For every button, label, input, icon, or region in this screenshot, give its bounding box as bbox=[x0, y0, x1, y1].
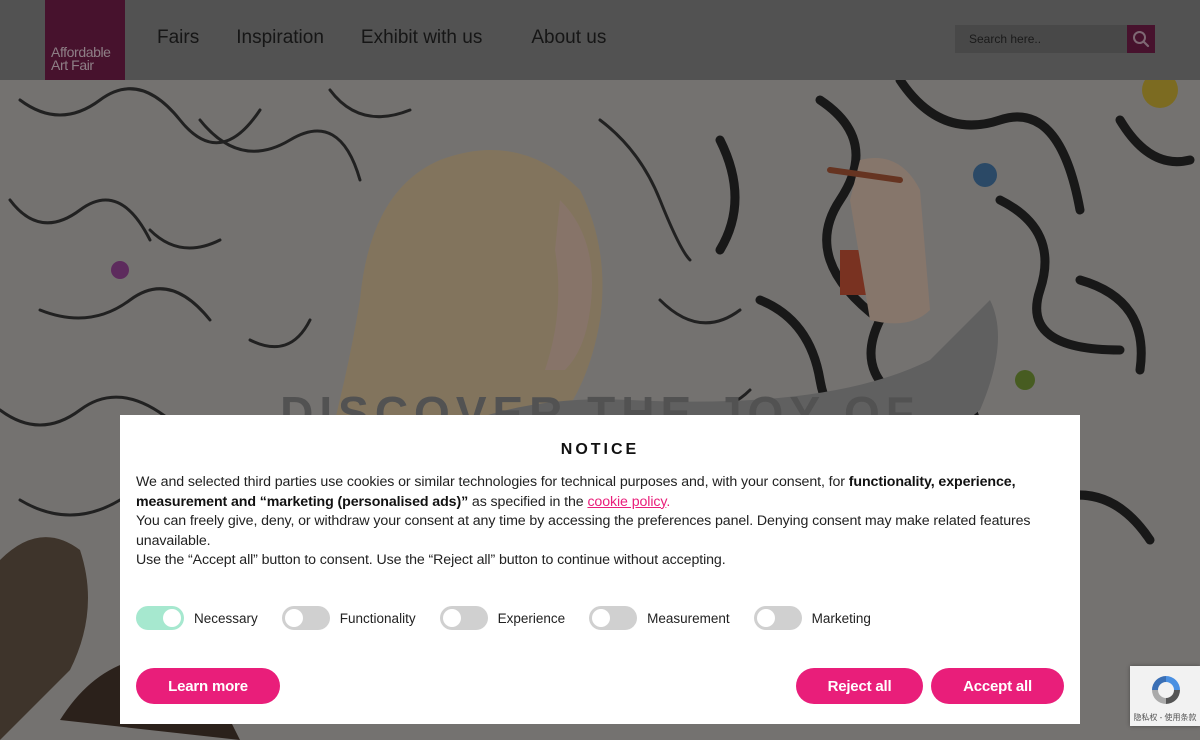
search-icon bbox=[1133, 31, 1150, 48]
toggle-measurement[interactable]: Measurement bbox=[589, 606, 730, 630]
toggle-label-marketing: Marketing bbox=[811, 610, 871, 626]
toggle-knob bbox=[756, 609, 775, 627]
nav-item-inspiration[interactable]: Inspiration bbox=[236, 27, 324, 49]
learn-more-button[interactable]: Learn more bbox=[136, 668, 280, 704]
toggle-functionality[interactable]: Functionality bbox=[281, 606, 416, 630]
body-text-2: as specified in the bbox=[468, 493, 588, 510]
toggle-switch-measurement[interactable] bbox=[589, 606, 638, 630]
body-text-3: You can freely give, deny, or withdraw y… bbox=[136, 513, 1031, 549]
toggle-knob bbox=[442, 609, 461, 627]
consent-toggles: Necessary Functionality Experience Measu… bbox=[136, 606, 895, 630]
toggle-label-experience: Experience bbox=[497, 610, 566, 626]
cookie-consent-dialog: NOTICE We and selected third parties use… bbox=[120, 415, 1080, 724]
search-input[interactable] bbox=[955, 25, 1127, 53]
toggle-label-necessary: Necessary bbox=[194, 610, 258, 626]
dialog-body: We and selected third parties use cookie… bbox=[136, 473, 1064, 571]
toggle-switch-marketing[interactable] bbox=[753, 606, 802, 630]
recaptcha-badge[interactable]: 隐私权 - 使用条款 bbox=[1130, 666, 1200, 726]
accept-all-button[interactable]: Accept all bbox=[931, 668, 1064, 704]
main-nav: Fairs Inspiration Exhibit with us About … bbox=[157, 27, 643, 49]
search-button[interactable] bbox=[1127, 25, 1155, 53]
toggle-knob bbox=[592, 609, 611, 627]
dialog-title: NOTICE bbox=[560, 441, 640, 458]
body-text-1: We and selected third parties use cookie… bbox=[136, 474, 849, 490]
body-text-period: . bbox=[666, 493, 671, 510]
toggle-label-measurement: Measurement bbox=[647, 610, 730, 626]
site-logo[interactable]: Affordable Art Fair bbox=[45, 0, 125, 80]
logo-line-2: Art Fair bbox=[51, 57, 94, 73]
nav-item-fairs[interactable]: Fairs bbox=[157, 27, 199, 49]
toggle-marketing[interactable]: Marketing bbox=[753, 606, 871, 630]
recaptcha-icon bbox=[1152, 676, 1180, 704]
nav-item-exhibit[interactable]: Exhibit with us bbox=[361, 27, 482, 49]
site-header: Affordable Art Fair Fairs Inspiration Ex… bbox=[0, 0, 1200, 80]
toggle-switch-functionality[interactable] bbox=[281, 606, 330, 630]
toggle-knob bbox=[163, 609, 181, 627]
toggle-necessary[interactable]: Necessary bbox=[136, 606, 258, 630]
recaptcha-terms[interactable]: 隐私权 - 使用条款 bbox=[1130, 712, 1200, 723]
cookie-policy-link[interactable]: cookie policy bbox=[587, 494, 666, 510]
toggle-switch-experience[interactable] bbox=[439, 606, 488, 630]
body-text-4: Use the “Accept all” button to consent. … bbox=[136, 552, 726, 569]
reject-all-button[interactable]: Reject all bbox=[796, 668, 923, 704]
nav-item-about[interactable]: About us bbox=[531, 27, 606, 49]
toggle-knob bbox=[284, 609, 303, 627]
toggle-experience[interactable]: Experience bbox=[439, 606, 566, 630]
toggle-switch-necessary[interactable] bbox=[136, 606, 184, 630]
toggle-label-functionality: Functionality bbox=[339, 610, 416, 626]
